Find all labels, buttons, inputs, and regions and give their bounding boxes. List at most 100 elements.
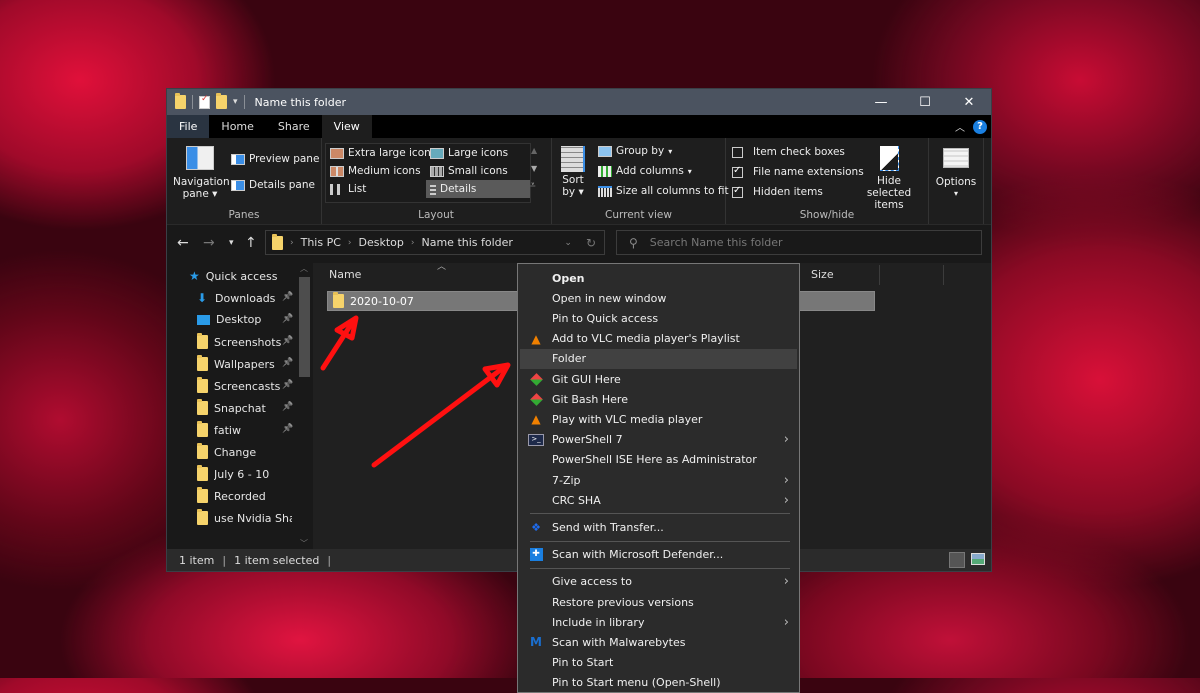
layout-expand-icon[interactable]: ⩡ <box>530 180 536 191</box>
layout-list[interactable]: List <box>330 183 366 195</box>
menu-item[interactable]: Pin to Quick access <box>520 308 797 328</box>
folder-icon <box>333 292 344 308</box>
up-button[interactable]: ↑ <box>245 235 257 251</box>
menu-item[interactable]: Include in library › <box>520 612 797 632</box>
nav-item[interactable]: use Nvidia Shad <box>197 509 297 525</box>
new-folder-icon[interactable] <box>216 93 227 109</box>
nav-item[interactable]: Change <box>197 443 297 459</box>
details-view-button[interactable] <box>949 552 965 568</box>
group-by-icon <box>598 145 612 157</box>
layout-large-icons[interactable]: Large icons <box>430 147 508 159</box>
checkbox-checked[interactable] <box>732 165 743 178</box>
show-hide-group: Item check boxes File name extensions Hi… <box>726 138 929 224</box>
layout-details[interactable]: Details <box>426 180 530 198</box>
recent-locations-chevron-icon[interactable]: ▾ <box>229 238 234 248</box>
menu-item[interactable]: Restore previous versions <box>520 592 797 612</box>
item-check-boxes-toggle[interactable]: Item check boxes <box>732 146 845 158</box>
pin-icon[interactable]: 📌 <box>282 424 293 434</box>
menu-item[interactable]: ▲ Add to VLC media player's Playlist <box>520 329 797 349</box>
pin-icon[interactable]: 📌 <box>282 292 293 302</box>
customize-toolbar-chevron-icon[interactable]: ▾ <box>233 97 238 107</box>
details-pane-button[interactable]: Details pane <box>231 179 315 191</box>
size-all-columns-button[interactable]: Size all columns to fit <box>598 185 729 197</box>
column-header-name[interactable]: Name <box>329 263 361 285</box>
pin-icon[interactable]: 📌 <box>282 402 293 412</box>
layout-extra-large-icons[interactable]: Extra large icons <box>330 147 436 159</box>
refresh-icon[interactable]: ↻ <box>586 236 596 250</box>
nav-item[interactable]: July 6 - 10 <box>197 465 297 481</box>
breadcrumb-this-pc[interactable]: This PC <box>301 236 341 249</box>
navigation-pane: ★ Quick access ⬇ Downloads 📌 Desktop 📌 Screen… <box>167 263 312 551</box>
checkbox-checked[interactable] <box>732 185 743 198</box>
git-icon <box>520 392 552 406</box>
scroll-thumb[interactable] <box>299 277 310 377</box>
large-icons-view-button[interactable] <box>971 553 985 565</box>
minimize-button[interactable]: — <box>859 89 903 115</box>
menu-item[interactable]: ▲ Play with VLC media player <box>520 409 797 429</box>
quick-access-toolbar: ▾ Name this folder <box>167 93 346 109</box>
nav-scrollbar[interactable]: ︿ ﹀ <box>297 263 311 551</box>
menu-item[interactable]: Open in new window <box>520 288 797 308</box>
checkbox-unchecked[interactable] <box>732 146 743 158</box>
pin-icon[interactable]: 📌 <box>282 336 293 346</box>
file-name-extensions-toggle[interactable]: File name extensions <box>732 165 864 178</box>
column-header-size[interactable]: Size <box>811 263 834 285</box>
menu-item[interactable]: Folder <box>520 348 797 369</box>
group-by-button[interactable]: Group by ▾ <box>598 145 672 157</box>
details-icon <box>430 183 436 195</box>
pin-icon[interactable]: 📌 <box>282 358 293 368</box>
layout-small-icons[interactable]: Small icons <box>430 165 508 177</box>
layout-scroll-up-icon[interactable]: ▲ <box>531 146 537 155</box>
layout-group: Extra large icons Large icons Medium ico… <box>321 138 552 224</box>
menu-item[interactable]: Pin to Start <box>520 653 797 673</box>
add-columns-button[interactable]: Add columns ▾ <box>598 165 692 177</box>
collapse-ribbon-icon[interactable]: ︿ <box>955 119 965 134</box>
column-divider[interactable] <box>879 265 880 285</box>
small-icons-icon <box>430 165 444 177</box>
back-button[interactable]: ← <box>177 235 189 251</box>
layout-scroll-down-icon[interactable]: ▼ <box>531 164 537 173</box>
tab-file[interactable]: File <box>167 115 210 138</box>
tab-view[interactable]: View <box>321 115 372 138</box>
close-button[interactable]: ✕ <box>947 89 991 115</box>
pin-icon[interactable]: 📌 <box>282 314 293 324</box>
hide-selected-items-button[interactable]: Hide selected items <box>854 146 924 211</box>
menu-item[interactable]: 7-Zip › <box>520 470 797 490</box>
address-history-chevron-icon[interactable]: ⌄ <box>564 238 572 248</box>
forward-button[interactable]: → <box>203 235 215 251</box>
nav-quick-access[interactable]: ★ Quick access <box>189 269 289 283</box>
navigation-pane-button[interactable]: Navigation pane ▾ <box>173 146 230 200</box>
maximize-button[interactable]: ☐ <box>903 89 947 115</box>
help-icon[interactable]: ? <box>973 119 987 134</box>
menu-item[interactable]: CRC SHA › <box>520 490 797 510</box>
menu-item[interactable]: ✚ Scan with Microsoft Defender... <box>520 545 797 565</box>
menu-item[interactable]: Git GUI Here <box>520 369 797 389</box>
menu-item[interactable]: M Scan with Malwarebytes <box>520 632 797 652</box>
vlc-icon: ▲ <box>531 412 541 427</box>
sort-by-button[interactable]: Sort by ▾ <box>558 146 588 198</box>
menu-item[interactable]: Git Bash Here <box>520 389 797 409</box>
tab-share[interactable]: Share <box>266 115 322 138</box>
ribbon-tabs: File Home Share View ︿ ? <box>167 115 991 138</box>
column-divider[interactable] <box>943 265 944 285</box>
menu-item[interactable]: Give access to › <box>520 572 797 592</box>
menu-item[interactable]: ❖ Send with Transfer... <box>520 517 797 537</box>
menu-item[interactable]: Open <box>520 268 797 288</box>
scroll-down-icon[interactable]: ﹀ <box>300 538 308 549</box>
properties-icon[interactable] <box>199 94 210 109</box>
nav-item[interactable]: Recorded <box>197 487 297 503</box>
address-bar[interactable]: › This PC › Desktop › Name this folder ⌄… <box>265 230 605 255</box>
scroll-up-icon[interactable]: ︿ <box>300 263 308 274</box>
tab-home[interactable]: Home <box>209 115 265 138</box>
pin-icon[interactable]: 📌 <box>282 380 293 390</box>
breadcrumb-current-folder[interactable]: Name this folder <box>422 236 513 249</box>
menu-item[interactable]: Pin to Start menu (Open-Shell) <box>520 673 797 693</box>
preview-pane-button[interactable]: Preview pane <box>231 153 319 165</box>
menu-item[interactable]: PowerShell ISE Here as Administrator <box>520 450 797 470</box>
search-input[interactable]: ⚲ Search Name this folder <box>616 230 982 255</box>
layout-medium-icons[interactable]: Medium icons <box>330 165 421 177</box>
hidden-items-toggle[interactable]: Hidden items <box>732 185 823 198</box>
menu-item[interactable]: >_ PowerShell 7 › <box>520 430 797 450</box>
options-button[interactable]: Options ▾ <box>931 148 981 200</box>
breadcrumb-desktop[interactable]: Desktop <box>359 236 404 249</box>
